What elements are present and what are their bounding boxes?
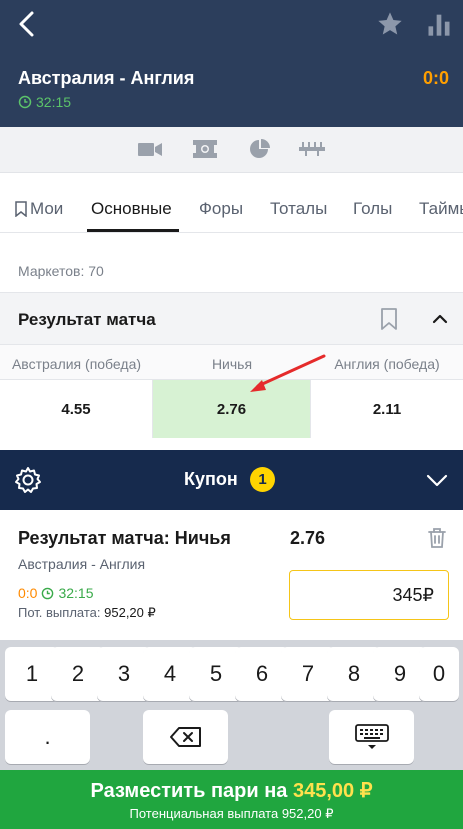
odd-button-home[interactable]: 4.55 [0,380,153,438]
bet-card: Результат матча: Ничья 2.76 Австралия - … [0,510,463,640]
bet-odd: 2.76 [290,528,326,548]
key-dot[interactable]: . [5,710,90,764]
bet-match: Австралия - Англия [18,556,146,572]
chevron-down-icon [426,474,448,487]
bar-chart-icon [428,14,450,36]
bet-score: 0:0 [18,585,38,601]
numeric-keyboard: 1 2 3 4 5 6 7 8 9 0 . [0,640,463,770]
timeline-icon[interactable] [299,138,325,160]
tab-main[interactable]: Основные [91,199,172,219]
clock-icon [18,95,32,109]
tab-handicaps[interactable]: Форы [199,199,243,219]
chevron-up-icon [432,314,448,324]
place-bet-potential-payout: Потенциальная выплата 952,20 ₽ [129,806,334,821]
match-header: Австралия - Англия 0:0 32:15 [0,0,463,127]
gear-icon [15,467,41,493]
coupon-settings-button[interactable] [13,465,43,495]
place-bet-label: Разместить пари на [90,780,288,802]
market-bookmark-button[interactable] [378,307,400,331]
stats-pie-icon[interactable] [247,138,273,160]
keyboard-hide-icon [354,724,389,749]
payout-label: Пот. выплата: [18,605,101,620]
favorite-button[interactable] [376,10,404,38]
active-tab-indicator [87,229,179,232]
bookmark-icon [15,201,27,217]
odds-row: 4.55 2.76 2.11 [0,380,463,438]
place-bet-amount: 345,00 ₽ [292,780,373,802]
match-title: Австралия - Англия [18,68,195,88]
bet-title: Результат матча: Ничья [18,528,231,548]
tab-totals[interactable]: Тоталы [270,199,327,219]
markets-count: Маркетов: 70 [18,263,104,279]
market-title: Результат матча [18,310,156,329]
match-time: 32:15 [18,94,71,110]
video-icon[interactable] [137,138,163,160]
coupon-count-badge: 1 [250,467,275,492]
statistics-button[interactable] [425,10,453,38]
field-icon[interactable] [192,138,218,160]
market-header[interactable]: Результат матча [0,292,463,344]
outcome-label-draw: Ничья [211,356,253,372]
market-tabs: Мои Основные Форы Тоталы Голы Таймы [0,173,463,233]
key-backspace[interactable] [143,710,228,764]
bet-meta: 0:0 32:15 [18,585,94,601]
clock-icon [42,587,54,599]
media-bar [0,127,463,173]
remove-bet-button[interactable] [426,526,448,550]
bet-time: 32:15 [58,585,94,601]
outcome-label-away: Англия (победа) [334,356,440,372]
coupon-title: Купон [184,469,238,489]
key-hide-keyboard[interactable] [329,710,414,764]
payout-value: 952,20 ₽ [104,605,156,620]
coupon-collapse-button[interactable] [424,470,450,490]
odd-button-away[interactable]: 2.11 [311,380,463,438]
odd-button-draw[interactable]: 2.76 [153,380,311,438]
bookmark-icon [381,308,397,330]
tab-halves[interactable]: Таймы [419,199,463,219]
coupon-bar[interactable]: Купон 1 [0,450,463,510]
place-bet-button[interactable]: Разместить пари на 345,00 ₽ Потенциальна… [0,770,463,829]
outcome-labels: Австралия (победа) Ничья Англия (победа) [0,344,463,380]
tab-label: Мои [30,199,64,218]
match-time-value: 32:15 [36,94,72,110]
match-score: 0:0 [422,68,449,88]
outcome-label-home: Австралия (победа) [11,356,142,372]
trash-icon [428,528,446,548]
back-arrow-icon [19,11,34,37]
bet-potential-payout: Пот. выплата: 952,20 ₽ [18,605,156,621]
collapse-button[interactable] [428,309,452,329]
tab-goals[interactable]: Голы [353,199,392,219]
star-icon [378,12,402,35]
key-0[interactable]: 0 [419,647,459,701]
place-bet-main: Разместить пари на 345,00 ₽ [0,778,463,803]
back-button[interactable] [12,8,44,40]
tab-my[interactable]: Мои [15,199,63,219]
stake-input[interactable] [289,570,449,620]
backspace-icon [169,727,201,747]
